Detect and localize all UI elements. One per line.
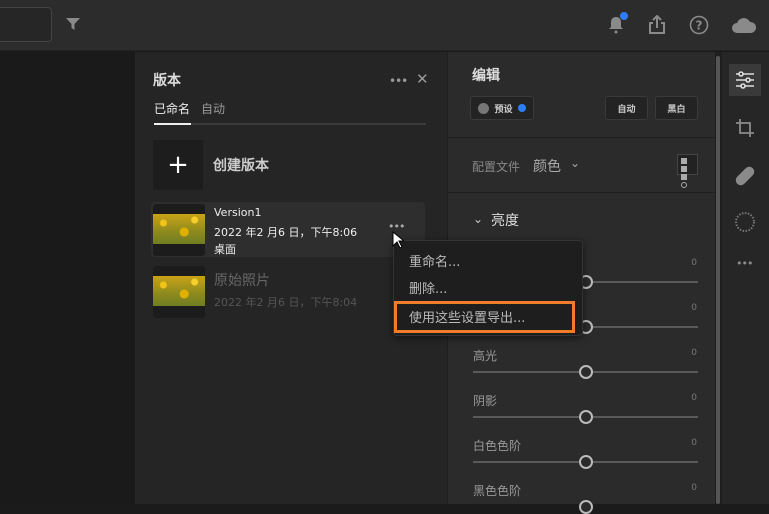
photo-canvas: [0, 52, 135, 504]
cloud-icon[interactable]: [730, 14, 758, 36]
tab-auto[interactable]: 自动: [201, 100, 225, 117]
profile-dropdown[interactable]: 颜色: [533, 156, 561, 176]
slider-value: 0: [691, 438, 697, 448]
bw-button[interactable]: 黑白: [655, 96, 698, 120]
chevron-down-icon[interactable]: ⌄: [570, 156, 580, 170]
profile-browser-icon[interactable]: [677, 154, 698, 188]
help-icon[interactable]: ?: [688, 14, 710, 36]
chevron-down-icon[interactable]: ⌄: [473, 212, 483, 226]
edit-title: 编辑: [472, 68, 500, 84]
auto-button[interactable]: 自动: [605, 96, 648, 120]
version-item[interactable]: Version1 2022 年2 月6 日，下午8:06 桌面 •••: [151, 202, 425, 257]
slider-knob[interactable]: [579, 500, 593, 514]
light-section-title[interactable]: 亮度: [491, 210, 519, 230]
version-name: 原始照片: [214, 273, 270, 289]
filter-icon[interactable]: [64, 14, 82, 34]
menu-item-export-with-settings[interactable]: 使用这些设置导出...: [409, 307, 525, 326]
slider-value: 0: [691, 303, 697, 313]
menu-item-delete[interactable]: 删除...: [409, 278, 447, 297]
version-thumbnail: [153, 204, 205, 256]
menu-item-rename[interactable]: 重命名...: [409, 251, 460, 270]
presets-icon: [478, 102, 490, 114]
create-version-button[interactable]: + 创建版本: [153, 140, 413, 190]
version-date: 2022 年2 月6 日，下午8:06: [214, 226, 358, 239]
masking-icon[interactable]: [734, 210, 756, 234]
slider-label: 白色色阶: [473, 439, 522, 453]
version-item[interactable]: 原始照片 2022 年2 月6 日，下午8:04: [151, 264, 425, 319]
close-icon[interactable]: ✕: [416, 70, 429, 88]
slider-knob[interactable]: [579, 410, 593, 424]
slider-value: 0: [691, 393, 697, 403]
slider-label: 阴影: [473, 394, 498, 408]
presets-label: 预设: [494, 104, 513, 115]
notification-bell-icon[interactable]: [606, 12, 628, 36]
create-version-label: 创建版本: [213, 158, 269, 174]
search-input[interactable]: [0, 7, 52, 42]
profile-label: 配置文件: [472, 160, 521, 174]
slider-knob[interactable]: [579, 455, 593, 469]
more-tools-icon[interactable]: •••: [736, 257, 753, 270]
plus-icon: +: [153, 140, 203, 190]
slider-knob[interactable]: [579, 365, 593, 379]
version-context-menu: 重命名... 删除... 使用这些设置导出...: [393, 240, 583, 336]
presets-button[interactable]: 预设: [470, 96, 534, 120]
slider-label: 高光: [473, 349, 498, 363]
version-location: 桌面: [214, 243, 236, 256]
slider-value: 0: [691, 348, 697, 358]
versions-title: 版本: [153, 73, 181, 89]
healing-icon[interactable]: [734, 164, 756, 188]
edit-sliders-icon[interactable]: [729, 64, 761, 96]
scrollbar[interactable]: [715, 52, 722, 504]
version-date: 2022 年2 月6 日，下午8:04: [214, 296, 358, 309]
tab-named[interactable]: 已命名: [154, 100, 190, 117]
share-icon[interactable]: [646, 14, 668, 36]
version-thumbnail: [153, 266, 205, 318]
mouse-cursor-icon: [392, 230, 406, 253]
slider-value: 0: [691, 258, 697, 268]
top-bar: ?: [0, 0, 769, 51]
svg-text:?: ?: [696, 19, 703, 33]
slider-value: 0: [691, 483, 697, 493]
tool-strip: •••: [722, 52, 769, 504]
notification-badge: [620, 12, 628, 20]
slider-label: 黑色色阶: [473, 484, 522, 498]
crop-rotate-icon[interactable]: [734, 116, 756, 140]
tab-underline: [154, 123, 426, 125]
more-options-icon[interactable]: •••: [389, 74, 408, 88]
version-name: Version1: [214, 206, 262, 219]
presets-dot: [517, 104, 526, 112]
